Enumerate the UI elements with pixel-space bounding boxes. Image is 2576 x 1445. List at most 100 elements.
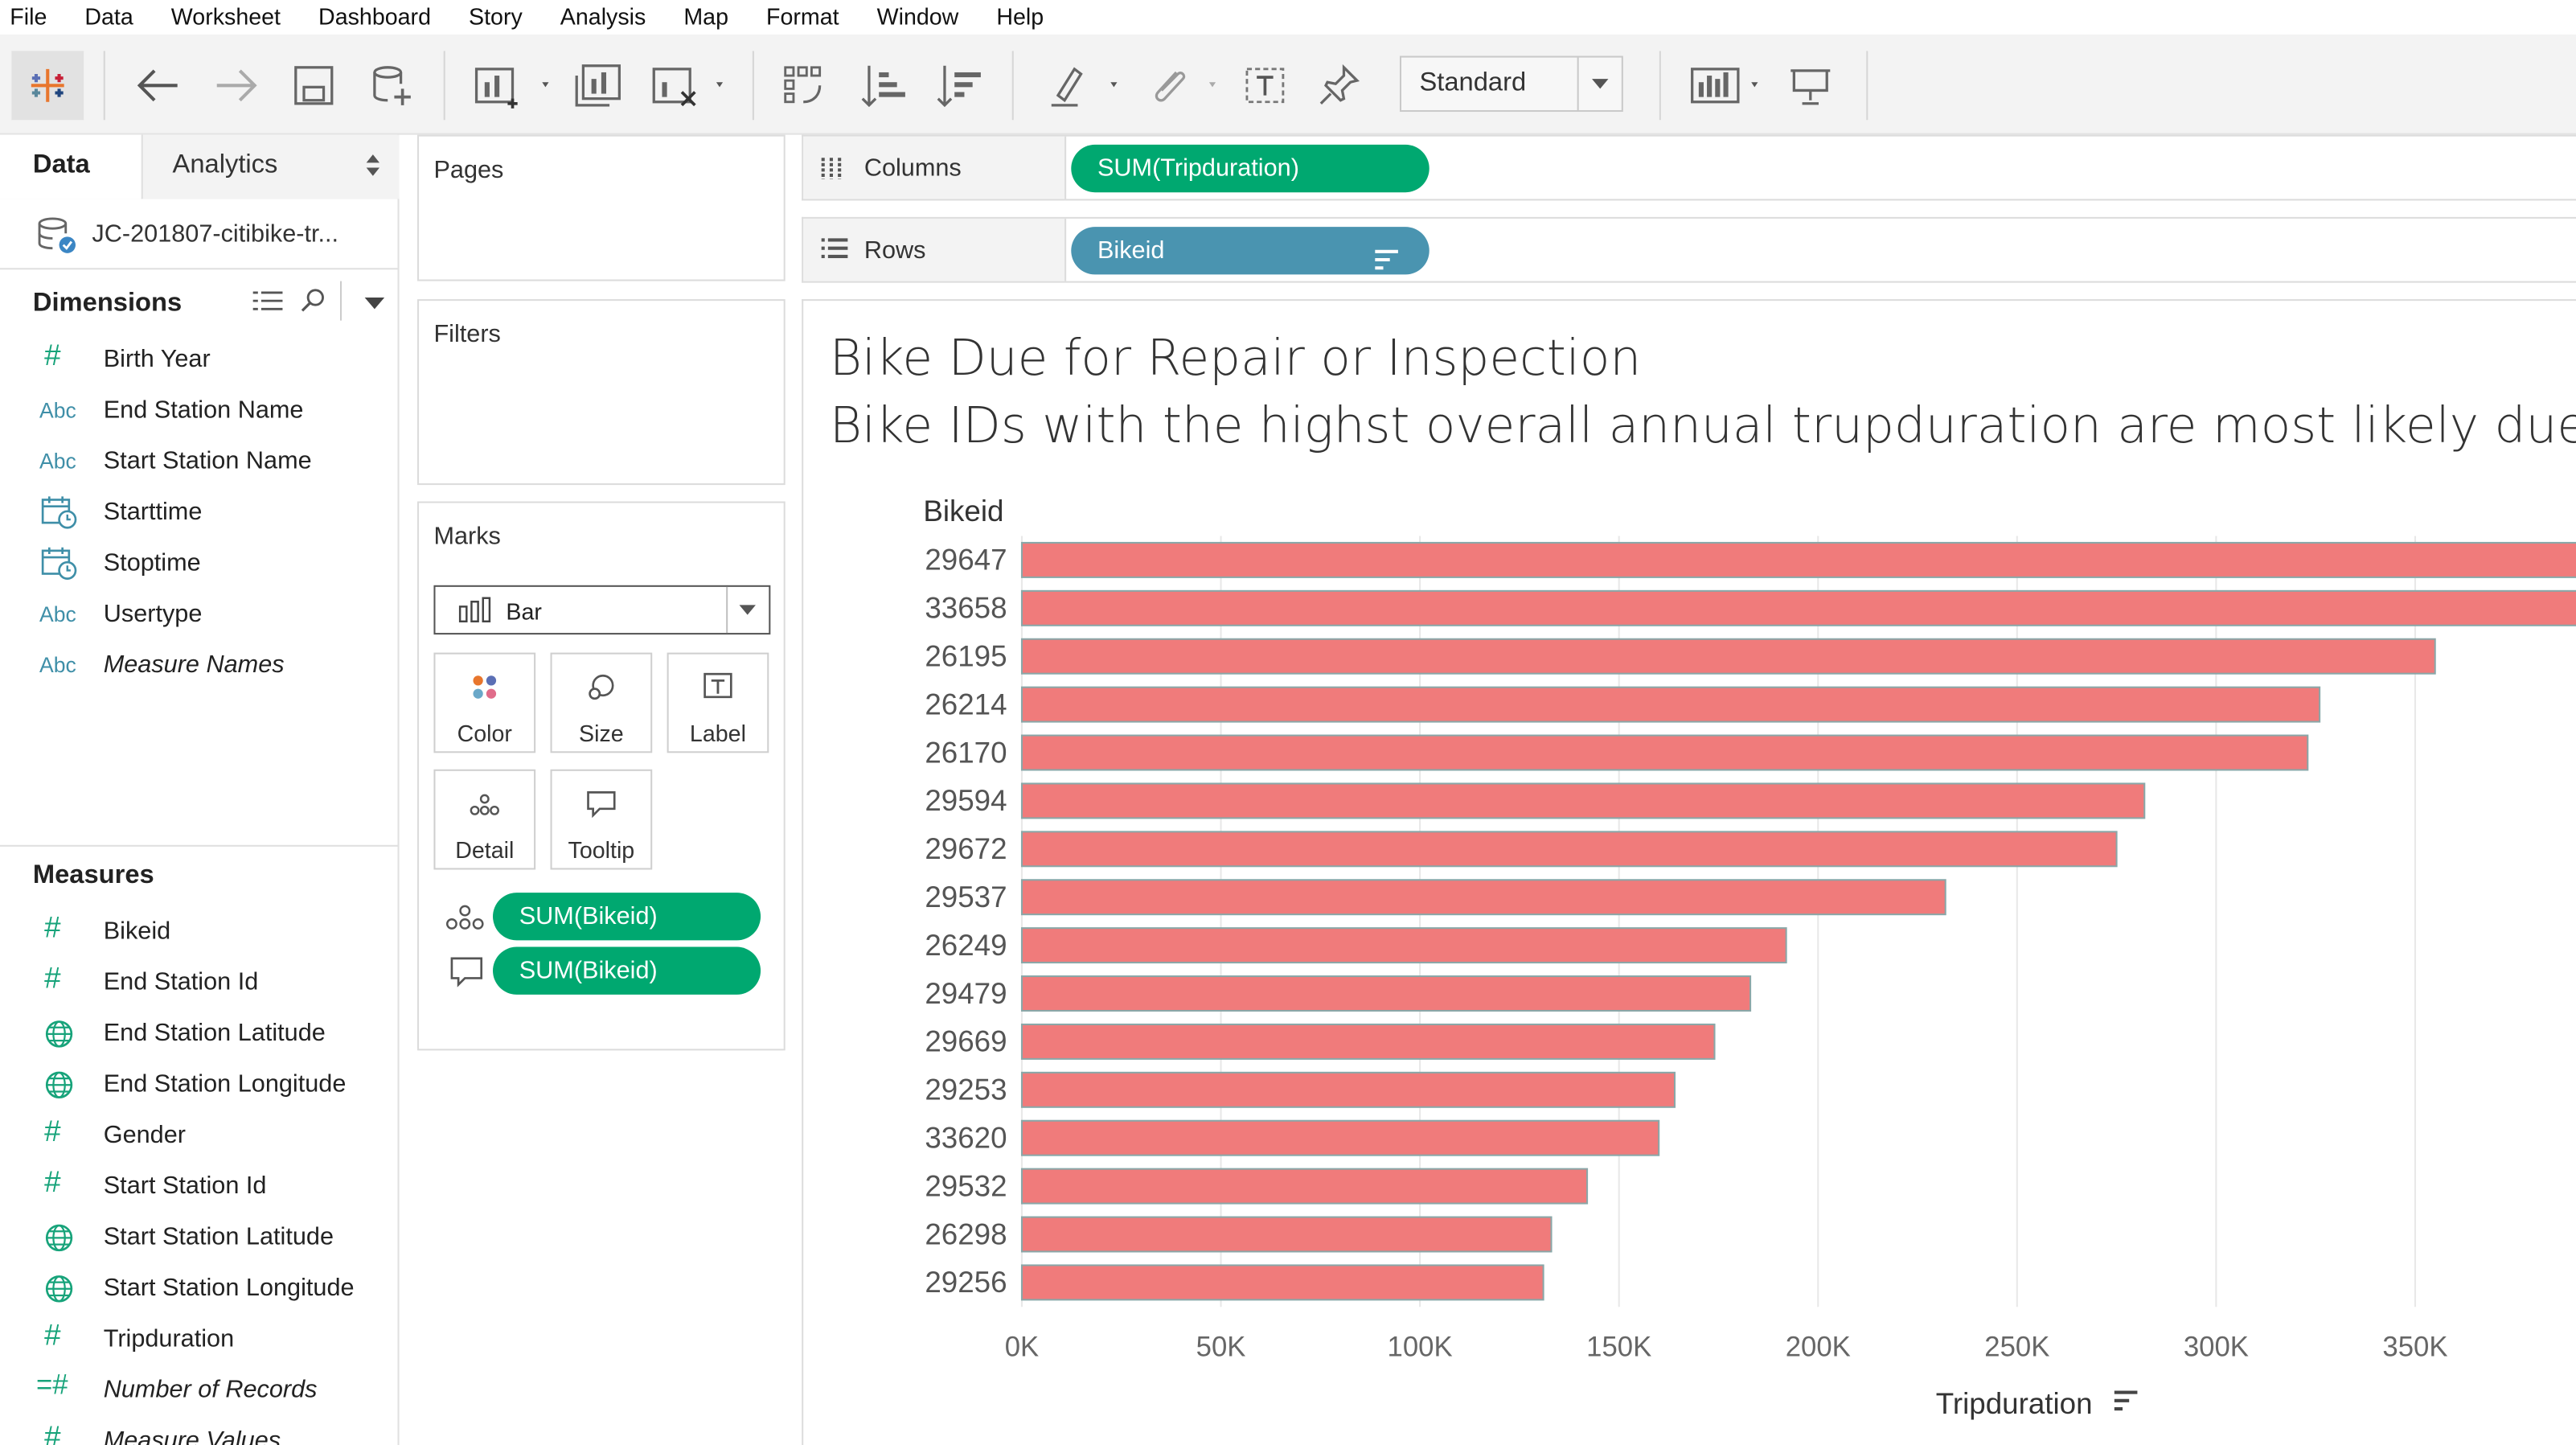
menu-map[interactable]: Map <box>683 3 728 30</box>
rows-pill[interactable]: Bikeid <box>1071 227 1430 275</box>
size-label: Size <box>579 720 624 747</box>
dimension-start-station-name[interactable]: Abc Start Station Name <box>0 437 400 486</box>
field-label: Measure Values <box>103 1427 281 1445</box>
save-icon[interactable] <box>286 51 342 120</box>
dimension-usertype[interactable]: Abc Usertype <box>0 590 400 639</box>
detail-button[interactable]: Detail <box>433 769 536 870</box>
menu-data[interactable]: Data <box>84 3 133 30</box>
number-type-icon: # <box>44 1420 61 1445</box>
clear-sheet-icon[interactable] <box>644 51 732 120</box>
presentation-mode-icon[interactable] <box>1781 51 1840 120</box>
duplicate-sheet-icon[interactable] <box>568 51 628 120</box>
field-label: Birth Year <box>103 345 211 374</box>
measure-bikeid[interactable]: # Bikeid <box>0 907 400 956</box>
measure-start-station-longitude[interactable]: Start Station Longitude <box>0 1264 400 1313</box>
menu-help[interactable]: Help <box>996 3 1044 30</box>
tab-analytics-label: Analytics <box>172 151 278 179</box>
filters-title: Filters <box>433 320 501 349</box>
new-datasource-icon[interactable] <box>362 51 421 120</box>
size-button[interactable]: Size <box>550 652 653 753</box>
mark-type-select[interactable]: Bar <box>433 585 771 635</box>
field-label: Stoptime <box>103 548 201 577</box>
color-button[interactable]: Color <box>433 652 536 753</box>
measure-start-station-id[interactable]: # Start Station Id <box>0 1162 400 1211</box>
tab-analytics[interactable]: Analytics <box>141 134 400 199</box>
dimension-end-station-name[interactable]: Abc End Station Name <box>0 386 400 435</box>
dimension-measure-names[interactable]: Abc Measure Names <box>0 641 400 690</box>
forward-arrow-icon[interactable] <box>207 51 266 120</box>
show-labels-icon[interactable] <box>1236 51 1295 120</box>
measure-tripduration[interactable]: # Tripduration <box>0 1315 400 1364</box>
dimension-stoptime[interactable]: Stoptime <box>0 540 400 589</box>
new-worksheet-icon[interactable] <box>466 51 555 120</box>
globe-icon <box>44 1020 84 1049</box>
bikeid-tick-label: 26298 <box>925 1217 1007 1250</box>
chevron-down-icon[interactable] <box>364 298 385 310</box>
highlight-icon[interactable] <box>1041 51 1130 120</box>
x-tick-label: 100K <box>1388 1332 1453 1363</box>
pane-divider[interactable] <box>0 844 400 847</box>
tooltip-pill[interactable]: SUM(Bikeid) <box>493 946 761 995</box>
measure-end-station-longitude[interactable]: End Station Longitude <box>0 1061 400 1110</box>
datasource-item[interactable]: JC-201807-citibike-tr... <box>0 199 400 270</box>
label-button[interactable]: Label <box>667 652 769 753</box>
rows-shelf[interactable]: Rows Bikeid <box>802 216 2576 283</box>
menu-window[interactable]: Window <box>877 3 959 30</box>
string-type-icon: Abc <box>39 449 76 474</box>
measure-end-station-id[interactable]: # End Station Id <box>0 959 400 1008</box>
measure-measure-values[interactable]: # Measure Values <box>0 1417 400 1445</box>
back-arrow-icon[interactable] <box>128 51 187 120</box>
sort-descending-icon[interactable] <box>2114 1390 2138 1411</box>
dimension-birth-year[interactable]: # Birth Year <box>0 335 400 384</box>
sort-descending-icon[interactable] <box>930 51 990 120</box>
bar <box>1020 589 2576 626</box>
sort-descending-icon[interactable] <box>1373 240 1400 287</box>
menu-format[interactable]: Format <box>766 3 839 30</box>
bar <box>1020 975 1752 1012</box>
color-label: Color <box>457 720 512 747</box>
dimension-starttime[interactable]: Starttime <box>0 488 400 537</box>
menu-analysis[interactable]: Analysis <box>560 3 646 30</box>
filters-card[interactable]: Filters <box>417 299 786 486</box>
sort-ascending-icon[interactable] <box>855 51 914 120</box>
bar <box>1020 686 2321 723</box>
fit-select[interactable]: Standard <box>1399 55 1623 113</box>
tooltip-button[interactable]: Tooltip <box>550 769 653 870</box>
columns-pill[interactable]: SUM(Tripduration) <box>1071 144 1430 193</box>
menu-dashboard[interactable]: Dashboard <box>318 3 431 30</box>
bar <box>1020 1023 1716 1060</box>
row-header-bikeid: Bikeid <box>923 495 1003 528</box>
bikeid-tick-label: 26214 <box>925 688 1007 720</box>
measure-start-station-latitude[interactable]: Start Station Latitude <box>0 1213 400 1262</box>
measure-gender[interactable]: # Gender <box>0 1111 400 1160</box>
data-pane: Data Analytics JC-201807-citibike-tr... … <box>0 134 400 1445</box>
search-icon[interactable] <box>301 288 327 322</box>
menu-worksheet[interactable]: Worksheet <box>171 3 281 30</box>
tableau-logo-icon[interactable] <box>11 51 84 121</box>
detail-icon <box>445 901 485 940</box>
pages-title: Pages <box>433 156 504 184</box>
tableau-window: File Data Worksheet Dashboard Story Anal… <box>0 0 2576 1445</box>
measure-number-of-records[interactable]: =# Number of Records <box>0 1366 400 1415</box>
columns-shelf[interactable]: Columns SUM(Tripduration) <box>802 134 2576 201</box>
bikeid-tick-label: 29479 <box>925 977 1007 1010</box>
toolbar: Standard <box>0 34 2576 135</box>
list-view-icon[interactable] <box>252 288 285 322</box>
tooltip-icon <box>552 789 651 819</box>
pages-card[interactable]: Pages <box>417 134 786 281</box>
chevron-down-icon <box>726 586 769 634</box>
detail-pill[interactable]: SUM(Bikeid) <box>493 893 761 941</box>
menu-file[interactable]: File <box>10 3 47 30</box>
bar-chart: Bikeid 29647 33658 26195 26214 26170 29594 2967… <box>923 495 2576 1420</box>
number-type-icon: # <box>44 339 61 372</box>
show-me-icon[interactable] <box>1682 51 1770 120</box>
string-type-icon: Abc <box>39 397 76 423</box>
menu-story[interactable]: Story <box>469 3 523 30</box>
field-label: Starttime <box>103 498 203 527</box>
measure-end-station-latitude[interactable]: End Station Latitude <box>0 1009 400 1058</box>
pin-icon[interactable] <box>1311 51 1371 120</box>
x-tick-label: 150K <box>1586 1332 1651 1363</box>
group-paperclip-icon[interactable] <box>1140 51 1229 120</box>
tab-data[interactable]: Data <box>0 134 142 199</box>
swap-rows-columns-icon[interactable] <box>775 51 835 120</box>
